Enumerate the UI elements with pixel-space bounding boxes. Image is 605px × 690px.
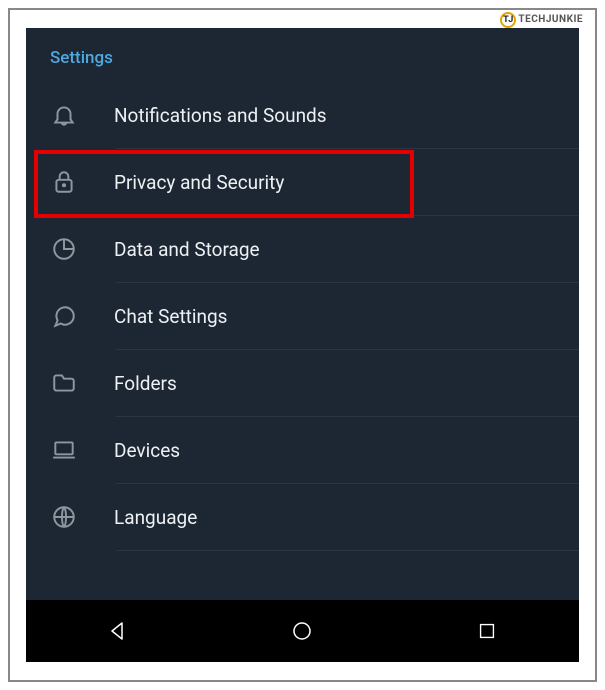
menu-item-data[interactable]: Data and Storage <box>26 216 579 282</box>
globe-icon <box>50 503 78 531</box>
bell-icon <box>50 101 78 129</box>
settings-menu: Notifications and Sounds Privacy and Sec… <box>26 82 579 551</box>
settings-header: Settings <box>26 28 579 82</box>
pie-icon <box>50 235 78 263</box>
divider <box>116 550 579 551</box>
android-navbar <box>26 600 579 662</box>
lock-icon <box>50 168 78 196</box>
menu-item-notifications[interactable]: Notifications and Sounds <box>26 82 579 148</box>
laptop-icon <box>50 436 78 464</box>
menu-label: Folders <box>114 372 177 395</box>
recents-button[interactable] <box>473 617 501 645</box>
menu-item-chat[interactable]: Chat Settings <box>26 283 579 349</box>
watermark-logo: TJ <box>500 12 516 28</box>
menu-label: Privacy and Security <box>114 171 284 194</box>
home-button[interactable] <box>288 617 316 645</box>
menu-label: Notifications and Sounds <box>114 104 327 127</box>
menu-item-folders[interactable]: Folders <box>26 350 579 416</box>
menu-label: Data and Storage <box>114 238 260 261</box>
menu-label: Devices <box>114 439 180 462</box>
menu-item-devices[interactable]: Devices <box>26 417 579 483</box>
chat-icon <box>50 302 78 330</box>
menu-label: Language <box>114 506 197 529</box>
watermark-brand: TJTECHJUNKIE <box>500 12 583 28</box>
menu-item-privacy[interactable]: Privacy and Security <box>26 149 579 215</box>
back-button[interactable] <box>104 617 132 645</box>
frame: TJTECHJUNKIE www.deuaq.com Settings Noti… <box>8 8 597 682</box>
menu-label: Chat Settings <box>114 305 227 328</box>
settings-screen: Settings Notifications and Sounds Privac… <box>26 28 579 662</box>
menu-item-language[interactable]: Language <box>26 484 579 550</box>
folder-icon <box>50 369 78 397</box>
